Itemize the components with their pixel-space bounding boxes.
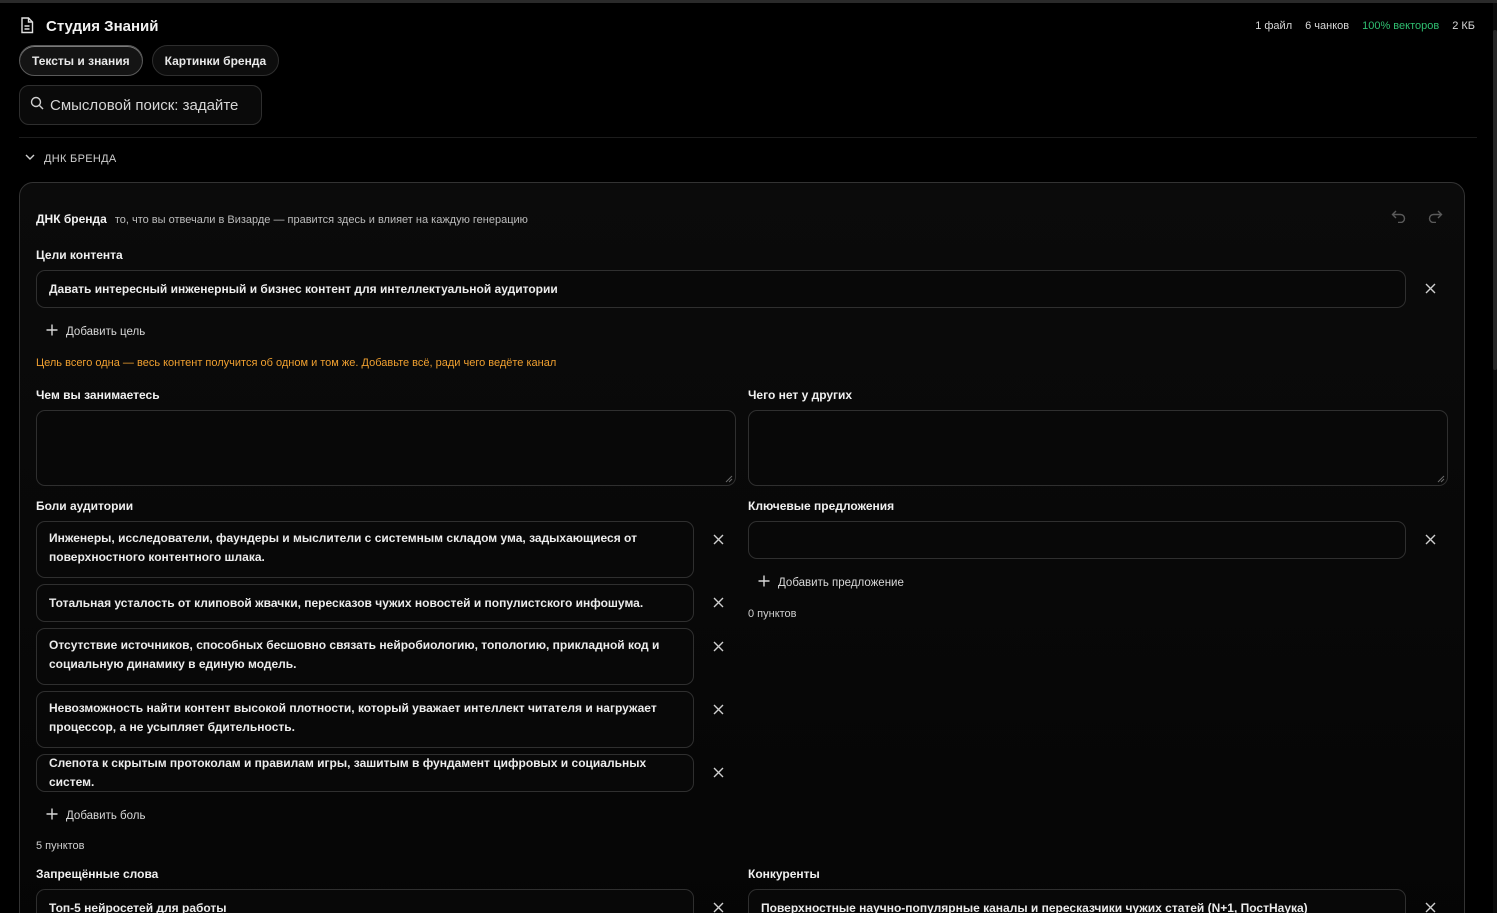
- resize-handle-icon[interactable]: [725, 475, 733, 483]
- pain-item[interactable]: Отсутствие источников, способных бесшовн…: [36, 628, 694, 685]
- banned-word-item[interactable]: Топ-5 нейросетей для работы: [36, 889, 694, 913]
- add-offer-label: Добавить предложение: [778, 576, 904, 589]
- what-others-lack-textarea[interactable]: [748, 410, 1448, 486]
- what-others-lack-label: Чего нет у других: [748, 388, 853, 402]
- scrollbar-thumb[interactable]: [1493, 30, 1497, 370]
- document-icon: [20, 17, 36, 35]
- redo-icon[interactable]: [1426, 207, 1444, 225]
- chunks-count: 6 чанков: [1305, 20, 1350, 32]
- add-offer-button[interactable]: Добавить предложение: [758, 575, 904, 590]
- remove-banned-word-icon[interactable]: [710, 899, 726, 913]
- card-header: ДНК бренда то, что вы отвечали в Визарде…: [36, 212, 528, 226]
- remove-pain-icon[interactable]: [710, 764, 726, 780]
- storage-size: 2 КБ: [1452, 20, 1475, 32]
- undo-icon[interactable]: [1390, 207, 1408, 225]
- remove-goal-icon[interactable]: [1422, 280, 1438, 296]
- remove-pain-icon[interactable]: [710, 701, 726, 717]
- pain-item[interactable]: Инженеры, исследователи, фаундеры и мысл…: [36, 521, 694, 578]
- pains-count: 5 пунктов: [36, 840, 85, 852]
- offers-label: Ключевые предложения: [748, 499, 895, 513]
- add-goal-button[interactable]: Добавить цель: [46, 324, 145, 339]
- files-count: 1 файл: [1255, 20, 1293, 32]
- add-pain-label: Добавить боль: [66, 809, 146, 822]
- divider: [19, 137, 1477, 138]
- remove-offer-icon[interactable]: [1422, 531, 1438, 547]
- search-input[interactable]: [50, 96, 255, 114]
- competitor-item[interactable]: Поверхностные научно-популярные каналы и…: [748, 889, 1406, 913]
- page-title: Студия Знаний: [46, 17, 159, 35]
- goals-warning: Цель всего одна — весь контент получится…: [36, 357, 557, 369]
- offer-field[interactable]: [748, 521, 1406, 559]
- tab-bar: Тексты и знания Картинки бренда: [19, 45, 280, 76]
- brand-dna-section-toggle[interactable]: ДНК БРЕНДА: [24, 151, 116, 166]
- competitors-label: Конкуренты: [748, 867, 820, 881]
- pain-item[interactable]: Слепота к скрытым протоколам и правилам …: [36, 754, 694, 792]
- window-top-border: [0, 0, 1497, 3]
- semantic-search[interactable]: [19, 85, 262, 125]
- tab-brand-images[interactable]: Картинки бренда: [151, 45, 280, 76]
- plus-icon: [46, 324, 58, 339]
- banned-words-label: Запрещённые слова: [36, 867, 159, 881]
- chevron-down-icon: [24, 151, 36, 166]
- what-you-do-label: Чем вы занимаетесь: [36, 388, 160, 402]
- plus-icon: [758, 575, 770, 590]
- history-controls: [1390, 207, 1444, 225]
- resize-handle-icon[interactable]: [1437, 475, 1445, 483]
- card-subtitle: то, что вы отвечали в Визарде — правится…: [114, 214, 528, 226]
- offers-count: 0 пунктов: [748, 608, 797, 620]
- remove-pain-icon[interactable]: [710, 594, 726, 610]
- section-label: ДНК БРЕНДА: [44, 152, 117, 165]
- goals-label: Цели контента: [36, 248, 123, 262]
- pain-item[interactable]: Тотальная усталость от клиповой жвачки, …: [36, 584, 694, 622]
- app-header: Студия Знаний 1 файл 6 чанков 100% векто…: [20, 14, 1480, 38]
- plus-icon: [46, 808, 58, 823]
- vectors-status: 100% векторов: [1362, 20, 1440, 32]
- brand-dna-card: ДНК бренда то, что вы отвечали в Визарде…: [19, 182, 1465, 913]
- tab-texts[interactable]: Тексты и знания: [19, 45, 143, 76]
- remove-pain-icon[interactable]: [710, 531, 726, 547]
- what-you-do-textarea[interactable]: [36, 410, 736, 486]
- remove-competitor-icon[interactable]: [1422, 899, 1438, 913]
- stats-bar: 1 файл 6 чанков 100% векторов 2 КБ: [1255, 20, 1480, 32]
- pains-label: Боли аудитории: [36, 499, 134, 513]
- add-goal-label: Добавить цель: [66, 325, 146, 338]
- search-icon: [30, 96, 44, 115]
- goal-field[interactable]: Давать интересный инженерный и бизнес ко…: [36, 270, 1406, 308]
- card-title: ДНК бренда: [36, 212, 107, 226]
- remove-pain-icon[interactable]: [710, 638, 726, 654]
- pain-item[interactable]: Невозможность найти контент высокой плот…: [36, 691, 694, 748]
- add-pain-button[interactable]: Добавить боль: [46, 808, 145, 823]
